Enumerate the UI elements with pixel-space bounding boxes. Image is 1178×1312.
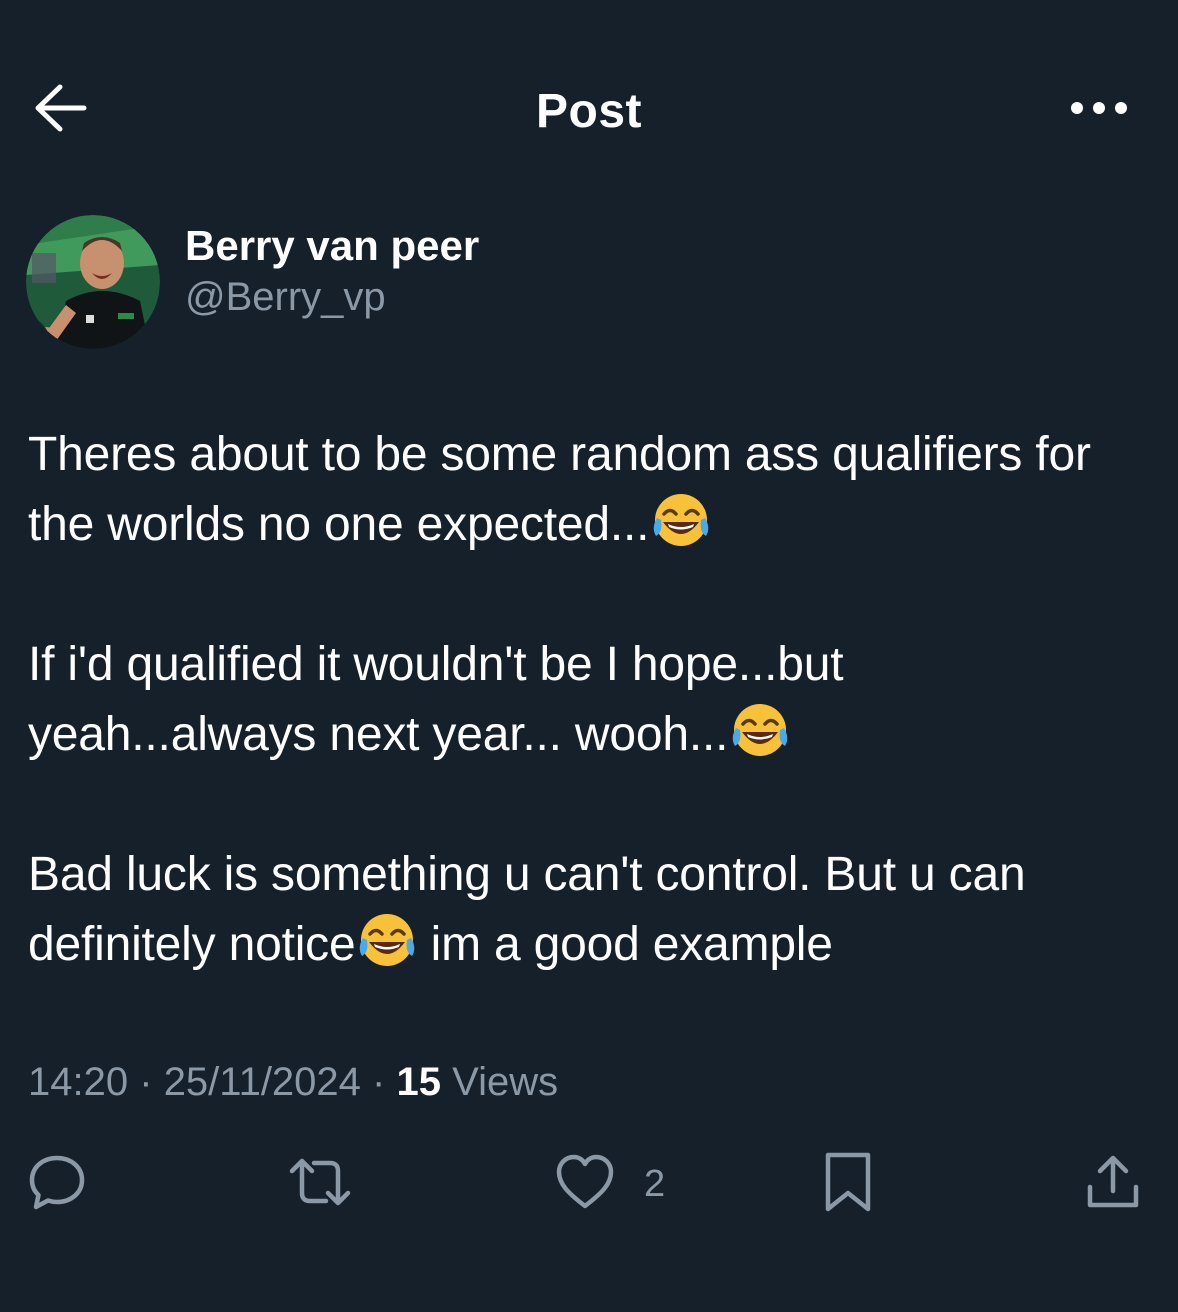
post-meta: 14:20 · 25/11/2024 · 15 Views — [28, 1055, 558, 1109]
more-options-button[interactable] — [1064, 90, 1134, 130]
meta-separator: · — [372, 1060, 386, 1104]
author-handle[interactable]: @Berry_vp — [185, 272, 479, 322]
share-icon — [1082, 1151, 1144, 1218]
repost-button[interactable] — [286, 1148, 354, 1220]
views-label: Views — [452, 1060, 559, 1104]
post-time[interactable]: 14:20 — [28, 1060, 128, 1104]
action-bar: 2 — [0, 1148, 1178, 1220]
post-author: Berry van peer @Berry_vp — [26, 214, 479, 350]
face-with-tears-of-joy-icon — [651, 490, 711, 550]
face-with-tears-of-joy-icon — [730, 700, 790, 760]
face-with-tears-of-joy-icon — [357, 910, 417, 970]
reply-button[interactable] — [26, 1148, 88, 1220]
more-horizontal-icon — [1069, 98, 1129, 123]
profile-photo — [26, 215, 160, 349]
post-paragraph: If i'd qualified it wouldn't be I hope..… — [28, 638, 844, 761]
bookmark-icon — [820, 1149, 876, 1220]
post-text: Theres about to be some random ass quali… — [28, 420, 1138, 980]
share-button[interactable] — [1082, 1148, 1144, 1220]
like-button[interactable]: 2 — [554, 1148, 665, 1220]
post-paragraph: Theres about to be some random ass quali… — [28, 428, 1091, 551]
bookmark-button[interactable] — [820, 1148, 876, 1220]
page-title: Post — [535, 85, 642, 138]
post-paragraph: Bad luck is something u can't control. B… — [28, 848, 1026, 971]
heart-icon — [554, 1151, 616, 1218]
like-count: 2 — [644, 1162, 666, 1205]
avatar[interactable] — [26, 215, 160, 349]
top-bar: Post — [0, 0, 1178, 220]
repost-icon — [286, 1151, 354, 1218]
author-display-name[interactable]: Berry van peer — [185, 220, 479, 272]
views-count: 15 — [396, 1060, 442, 1104]
meta-separator: · — [139, 1060, 153, 1104]
reply-icon — [26, 1151, 88, 1218]
post-date[interactable]: 25/11/2024 — [164, 1060, 361, 1104]
